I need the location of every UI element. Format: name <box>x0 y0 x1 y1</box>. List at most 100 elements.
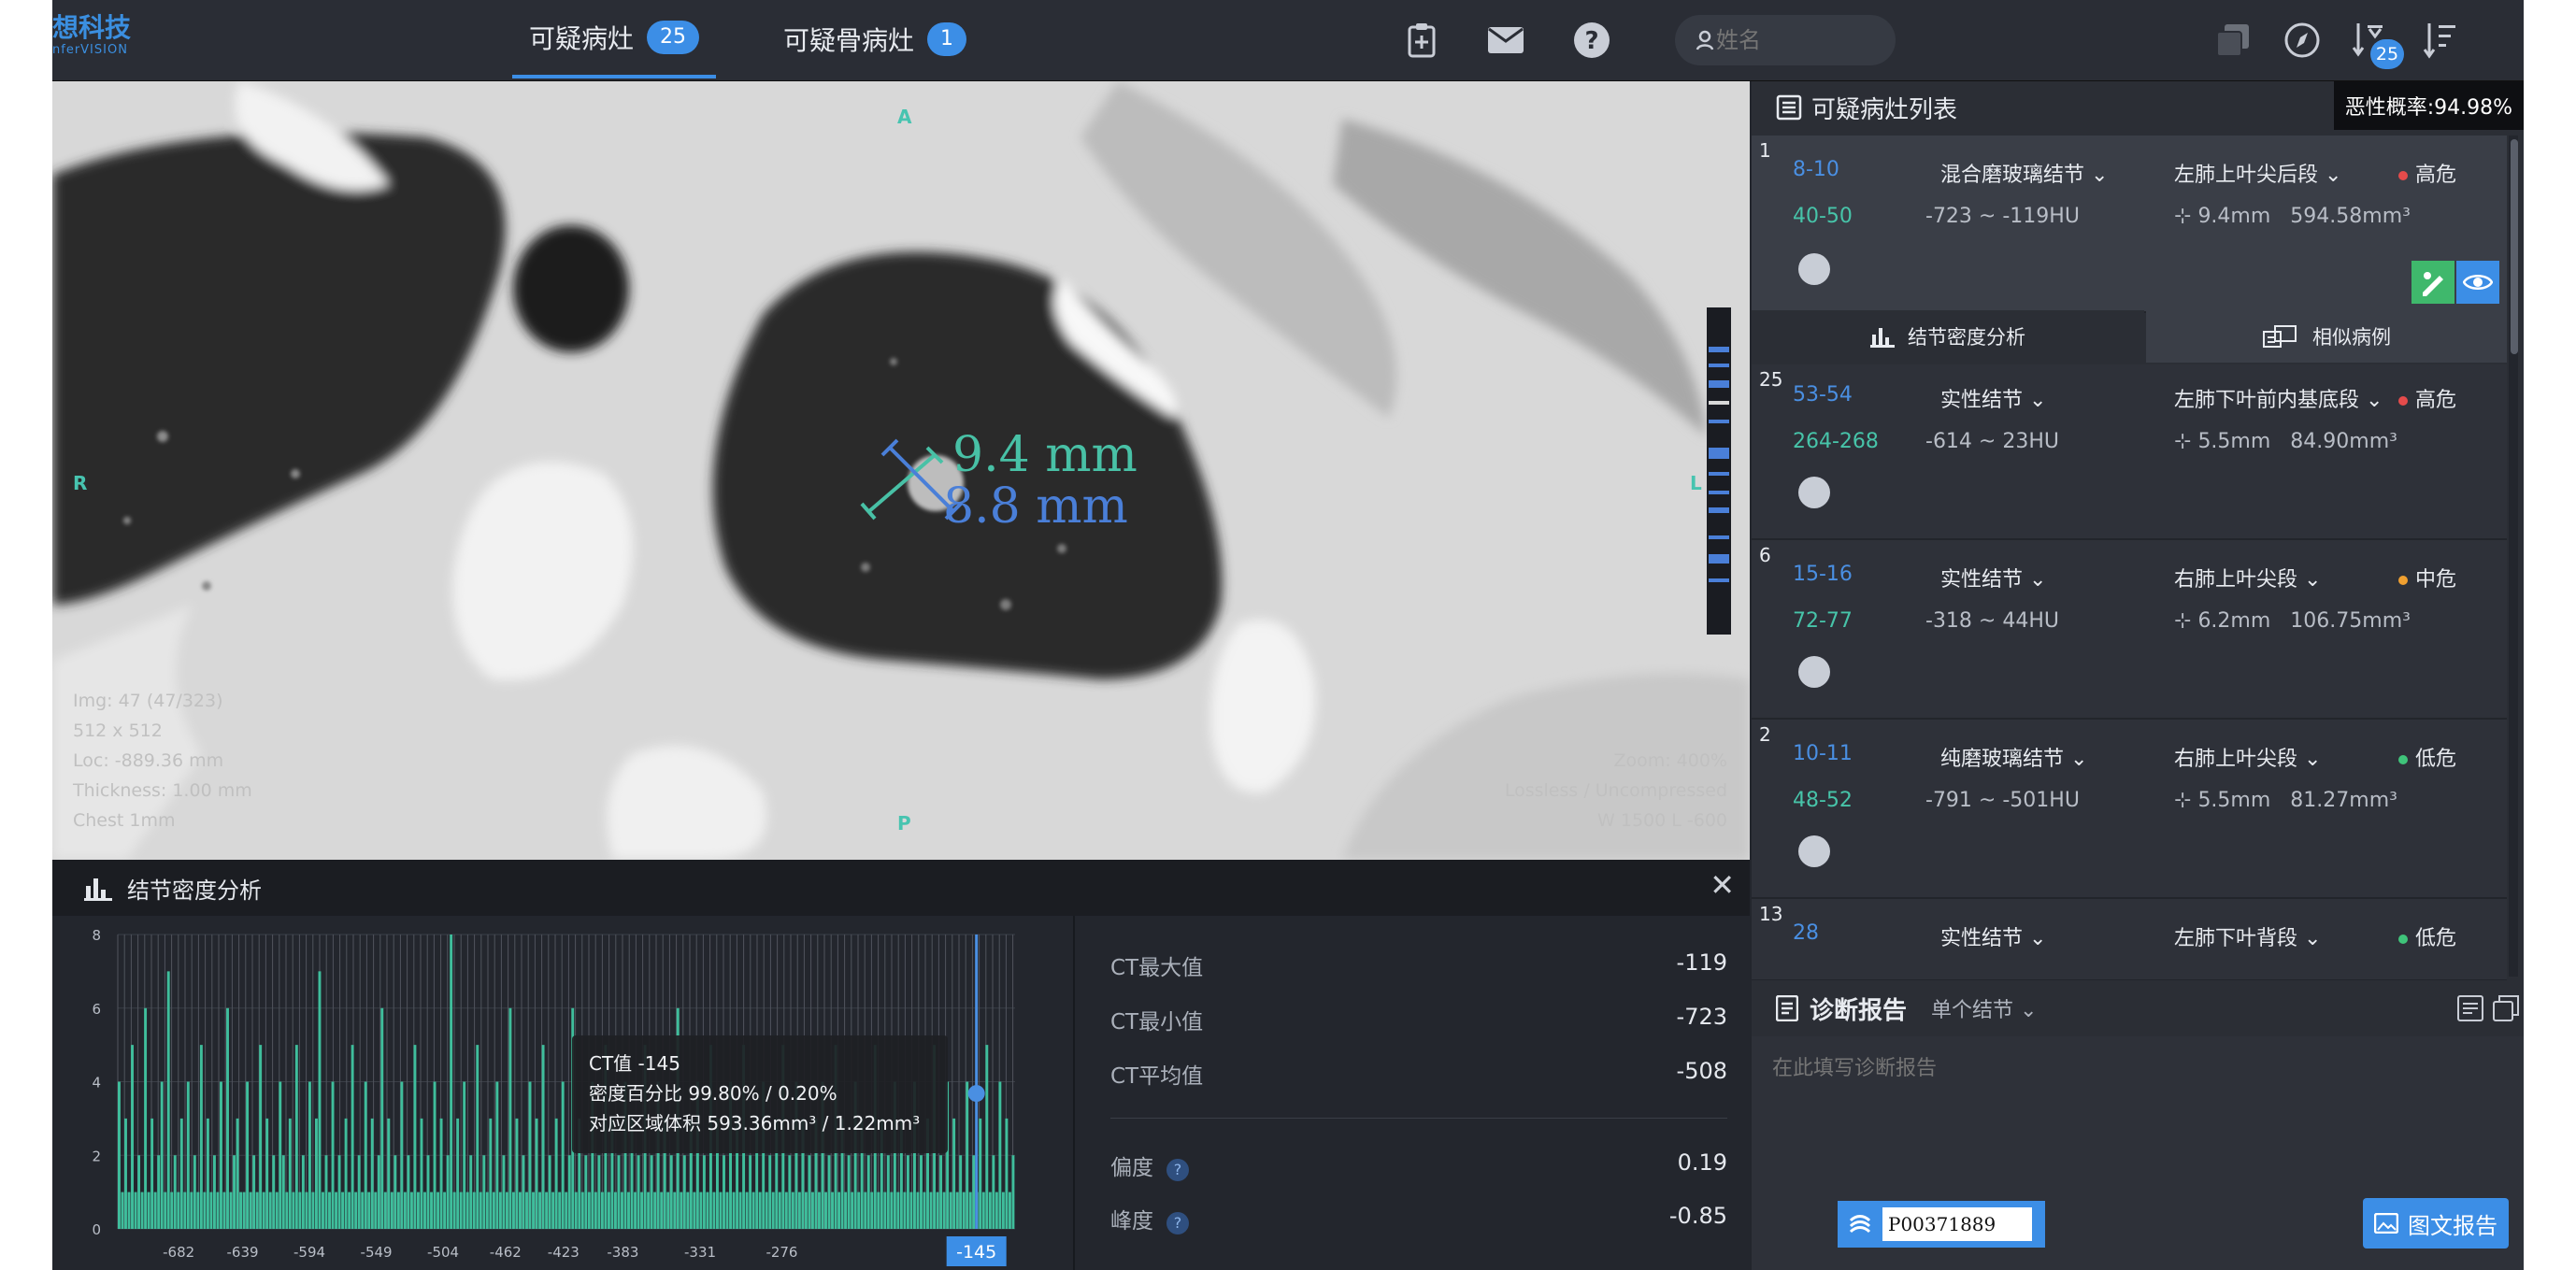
histogram-bar[interactable] <box>436 1192 440 1229</box>
histogram-bar[interactable] <box>600 1192 604 1229</box>
help-icon[interactable]: ? <box>1166 1159 1189 1181</box>
lesion-item[interactable]: 1 8-10 混合磨玻璃结节 ⌄ 左肺上叶尖后段 ⌄ 高危 40-50 -723… <box>1752 136 2507 313</box>
histogram-bar[interactable] <box>525 1192 528 1229</box>
histogram-bar[interactable] <box>131 1045 134 1229</box>
histogram-bar[interactable] <box>222 1192 226 1229</box>
histogram-bar[interactable] <box>551 1192 555 1229</box>
histogram-bar[interactable] <box>335 1192 338 1229</box>
histogram-bar[interactable] <box>377 1155 380 1229</box>
lesion-type-dropdown[interactable]: 纯磨玻璃结节 ⌄ <box>1940 742 2087 772</box>
histogram-bar[interactable] <box>998 1081 1002 1230</box>
histogram-bar[interactable] <box>693 1192 696 1229</box>
histogram-bar[interactable] <box>190 1192 193 1229</box>
histogram-bar[interactable] <box>768 1155 772 1229</box>
histogram-bar[interactable] <box>239 1192 243 1229</box>
histogram-bar[interactable] <box>186 1081 190 1230</box>
histogram-bar[interactable] <box>170 1192 174 1229</box>
histogram-bar[interactable] <box>134 1192 137 1229</box>
histogram-bar[interactable] <box>344 1118 348 1229</box>
density-histogram[interactable]: 0 2 4 6 8 -682 -639 -594 -549 -504 -462 -423 -383 -33… <box>52 916 1071 1270</box>
histogram-bar[interactable] <box>979 1118 982 1229</box>
image-text-report-button[interactable]: 图文报告 <box>2363 1198 2509 1249</box>
histogram-bar[interactable] <box>541 1045 545 1229</box>
histogram-bar[interactable] <box>236 1118 239 1229</box>
histogram-bar[interactable] <box>906 1155 909 1229</box>
histogram-bar[interactable] <box>472 1192 476 1229</box>
histogram-bar[interactable] <box>465 1192 469 1229</box>
histogram-bar[interactable] <box>920 1155 923 1229</box>
histogram-bar[interactable] <box>147 1192 150 1229</box>
histogram-bar[interactable] <box>594 1192 597 1229</box>
histogram-bar[interactable] <box>702 1155 706 1229</box>
histogram-bar[interactable] <box>988 1192 992 1229</box>
histogram-bar[interactable] <box>723 1155 725 1229</box>
histogram-bar[interactable] <box>650 1155 653 1229</box>
search-input[interactable] <box>1714 26 1858 54</box>
histogram-bar[interactable] <box>515 1118 519 1229</box>
histogram-bar[interactable] <box>285 1192 289 1229</box>
histogram-bar[interactable] <box>281 1155 285 1229</box>
histogram-bar[interactable] <box>144 1007 148 1229</box>
histogram-bar[interactable] <box>396 1192 400 1229</box>
histogram-bar[interactable] <box>538 1192 542 1229</box>
histogram-bar[interactable] <box>574 1192 578 1229</box>
histogram-bar[interactable] <box>456 1118 460 1229</box>
histogram-bar[interactable] <box>936 1192 939 1229</box>
histogram-bar[interactable] <box>337 1155 341 1229</box>
histogram-bar[interactable] <box>565 1192 568 1229</box>
histogram-bar[interactable] <box>640 1192 644 1229</box>
histogram-bar[interactable] <box>847 1155 851 1229</box>
histogram-bar[interactable] <box>409 1192 413 1229</box>
lesion-type-dropdown[interactable]: 混合磨玻璃结节 ⌄ <box>1940 158 2108 188</box>
histogram-bar[interactable] <box>314 1118 318 1229</box>
histogram-bar[interactable] <box>495 1081 499 1230</box>
histogram-bar[interactable] <box>242 1192 246 1229</box>
histogram-bar[interactable] <box>864 1192 867 1229</box>
report-mode-dropdown[interactable]: 单个结节 ⌄ <box>1931 993 2037 1023</box>
layers-icon[interactable] <box>2211 19 2254 62</box>
lesion-location-dropdown[interactable]: 右肺上叶尖段 ⌄ <box>2174 563 2321 592</box>
histogram-bar[interactable] <box>528 1081 532 1230</box>
histogram-bar[interactable] <box>341 1192 345 1229</box>
histogram-bar[interactable] <box>354 1192 358 1229</box>
histogram-bar[interactable] <box>673 1192 677 1229</box>
report-textarea[interactable] <box>1752 1036 2524 1195</box>
histogram-bar[interactable] <box>433 1081 436 1230</box>
histogram-bar[interactable] <box>699 1192 703 1229</box>
histogram-bar[interactable] <box>866 1155 870 1229</box>
histogram-bar[interactable] <box>463 1081 466 1230</box>
histogram-bar[interactable] <box>318 971 322 1229</box>
histogram-bar[interactable] <box>719 1192 723 1229</box>
histogram-bar[interactable] <box>765 1192 768 1229</box>
histogram-bar[interactable] <box>587 1192 591 1229</box>
compass-icon[interactable] <box>2281 19 2324 62</box>
histogram-bar[interactable] <box>446 1155 450 1229</box>
histogram-bar[interactable] <box>749 1155 752 1229</box>
histogram-bar[interactable] <box>508 1007 512 1229</box>
histogram-bar[interactable] <box>173 1155 177 1229</box>
filter-sort-icon[interactable] <box>2419 19 2462 62</box>
histogram-bar[interactable] <box>942 1192 946 1229</box>
histogram-bar[interactable] <box>403 1192 407 1229</box>
lesion-slices[interactable]: 15-16 <box>1793 563 1853 586</box>
histogram-bar[interactable] <box>380 1007 384 1229</box>
histogram-bar[interactable] <box>669 1155 673 1229</box>
histogram-bar[interactable] <box>166 971 170 1229</box>
histogram-bar[interactable] <box>443 1192 447 1229</box>
histogram-bar[interactable] <box>367 1192 371 1229</box>
histogram-bar[interactable] <box>995 1192 998 1229</box>
histogram-bar[interactable] <box>150 1118 154 1229</box>
histogram-bar[interactable] <box>298 1192 302 1229</box>
histogram-bar[interactable] <box>351 1045 354 1229</box>
histogram-bar[interactable] <box>348 1192 351 1229</box>
histogram-bar[interactable] <box>450 935 453 1229</box>
histogram-bar[interactable] <box>121 1192 124 1229</box>
histogram-bar[interactable] <box>423 1192 426 1229</box>
histogram-bar[interactable] <box>361 1192 365 1229</box>
histogram-bar[interactable] <box>548 1155 551 1229</box>
tab-similar-cases[interactable]: 相似病例 <box>2146 310 2507 363</box>
histogram-bar[interactable] <box>660 1192 664 1229</box>
lesion-type-dropdown[interactable]: 实性结节 ⌄ <box>1940 383 2046 413</box>
histogram-bar[interactable] <box>886 1155 890 1229</box>
histogram-bar[interactable] <box>288 1118 292 1229</box>
